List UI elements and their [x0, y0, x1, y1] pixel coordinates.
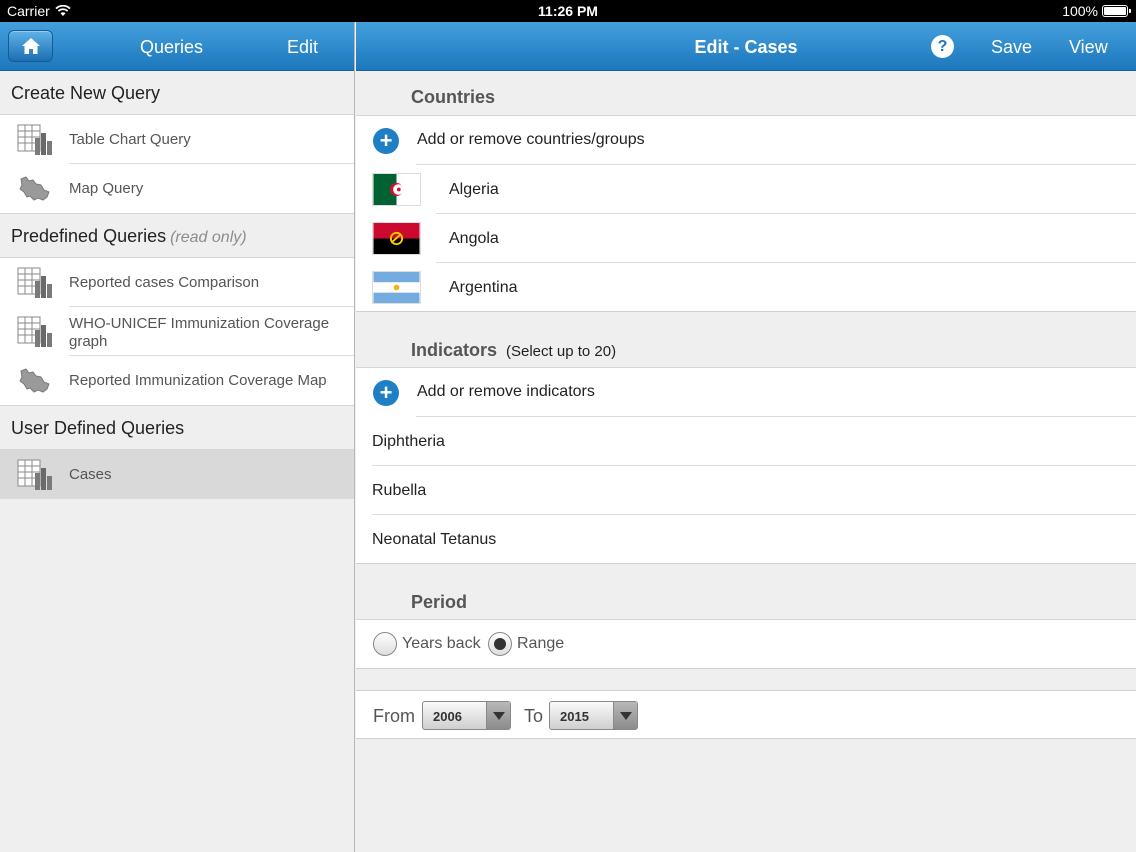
- from-year-value: 2006: [433, 709, 462, 724]
- indicator-name: Diphtheria: [372, 433, 445, 450]
- create-section-header: Create New Query: [0, 71, 354, 115]
- years-back-label[interactable]: Years back: [402, 635, 481, 653]
- predefined-title: Predefined Queries: [11, 226, 167, 246]
- to-year-value: 2015: [560, 709, 589, 724]
- list-item-label: Cases: [69, 466, 112, 483]
- carrier-indicator: Carrier: [7, 3, 71, 19]
- indicator-name: Neonatal Tetanus: [372, 531, 497, 548]
- carrier-label: Carrier: [7, 3, 50, 19]
- to-year-select[interactable]: 2015: [549, 701, 638, 730]
- battery-icon: [1102, 5, 1131, 17]
- indicators-subtitle: (Select up to 20): [506, 343, 617, 360]
- list-item-label: Reported cases Comparison: [69, 274, 260, 291]
- countries-section-header: Countries: [356, 71, 1136, 116]
- to-label: To: [524, 706, 544, 726]
- help-button[interactable]: ?: [931, 35, 954, 58]
- list-item-label: Map Query: [69, 180, 144, 197]
- add-icon: +: [373, 128, 399, 154]
- country-row-angola[interactable]: Angola: [356, 214, 1136, 263]
- years-back-radio[interactable]: [373, 632, 397, 656]
- add-indicators-label: Add or remove indicators: [417, 383, 595, 400]
- country-name: Algeria: [449, 181, 499, 198]
- country-row-algeria[interactable]: Algeria: [356, 165, 1136, 214]
- range-label[interactable]: Range: [517, 635, 564, 653]
- read-only-note: (read only): [170, 229, 247, 246]
- left-nav-title: Queries: [140, 37, 204, 57]
- right-navbar: Edit - Cases ? Save View: [356, 22, 1136, 71]
- wifi-icon: [55, 5, 71, 16]
- country-name: Argentina: [449, 279, 518, 296]
- argentina-flag-icon: [372, 271, 421, 304]
- home-button[interactable]: [8, 30, 53, 62]
- indicators-title: Indicators: [411, 340, 498, 360]
- queries-pane: Queries Edit Create New Query Table Char…: [0, 22, 355, 852]
- from-year-select[interactable]: 2006: [422, 701, 511, 730]
- save-button[interactable]: Save: [991, 37, 1032, 58]
- map-icon: [19, 176, 50, 201]
- battery-indicator: 100%: [1062, 3, 1131, 19]
- angola-flag-icon: [372, 222, 421, 255]
- add-countries-label: Add or remove countries/groups: [417, 131, 645, 148]
- indicator-row-rubella[interactable]: Rubella: [356, 466, 1136, 515]
- list-item-cases[interactable]: Cases: [0, 450, 354, 499]
- table-chart-icon: [17, 316, 52, 347]
- range-radio[interactable]: [488, 632, 512, 656]
- list-item-map-query[interactable]: Map Query: [0, 164, 354, 213]
- add-countries-row[interactable]: + Add or remove countries/groups: [356, 116, 1136, 165]
- table-chart-icon: [17, 267, 52, 298]
- period-mode-row: Years back Range: [356, 620, 1136, 669]
- indicator-row-neonatal-tetanus[interactable]: Neonatal Tetanus: [356, 515, 1136, 564]
- home-icon: [21, 38, 40, 54]
- list-item-who-unicef-coverage-graph[interactable]: WHO-UNICEF Immunization Coverage graph: [0, 307, 354, 356]
- countries-title: Countries: [411, 87, 496, 107]
- indicators-section-header: Indicators (Select up to 20): [356, 312, 1136, 368]
- indicator-name: Rubella: [372, 482, 427, 499]
- range-row: From 2006 To 2015: [356, 691, 1136, 739]
- predefined-section-header: Predefined Queries (read only): [0, 214, 354, 258]
- edit-pane: Edit - Cases ? Save View Countries + Add…: [356, 22, 1136, 852]
- period-section-header: Period: [356, 564, 1136, 620]
- left-navbar: Queries Edit: [0, 22, 354, 71]
- country-row-argentina[interactable]: Argentina: [356, 263, 1136, 312]
- user-defined-section-header: User Defined Queries: [0, 406, 354, 450]
- country-name: Angola: [449, 230, 499, 247]
- table-chart-icon: [17, 124, 52, 155]
- status-bar: Carrier 11:26 PM 100%: [0, 0, 1136, 22]
- period-title: Period: [411, 592, 468, 612]
- list-item-label: Reported Immunization Coverage Map: [69, 372, 327, 389]
- list-item-reported-cases-comparison[interactable]: Reported cases Comparison: [0, 258, 354, 307]
- chevron-down-icon: [486, 702, 510, 729]
- clock: 11:26 PM: [538, 3, 598, 19]
- indicator-row-diphtheria[interactable]: Diphtheria: [356, 417, 1136, 466]
- map-icon: [19, 368, 50, 393]
- add-icon: +: [373, 380, 399, 406]
- from-label: From: [373, 706, 415, 726]
- battery-percent: 100%: [1062, 3, 1098, 19]
- algeria-flag-icon: [372, 173, 421, 206]
- list-item-table-chart-query[interactable]: Table Chart Query: [0, 115, 354, 164]
- list-item-label: WHO-UNICEF Immunization Coverage graph: [69, 315, 330, 350]
- table-chart-icon: [17, 459, 52, 490]
- chevron-down-icon: [613, 702, 637, 729]
- add-indicators-row[interactable]: + Add or remove indicators: [356, 368, 1136, 417]
- edit-button[interactable]: Edit: [287, 37, 318, 58]
- list-item-reported-coverage-map[interactable]: Reported Immunization Coverage Map: [0, 356, 354, 405]
- view-button[interactable]: View: [1069, 37, 1108, 58]
- list-item-label: Table Chart Query: [69, 131, 191, 148]
